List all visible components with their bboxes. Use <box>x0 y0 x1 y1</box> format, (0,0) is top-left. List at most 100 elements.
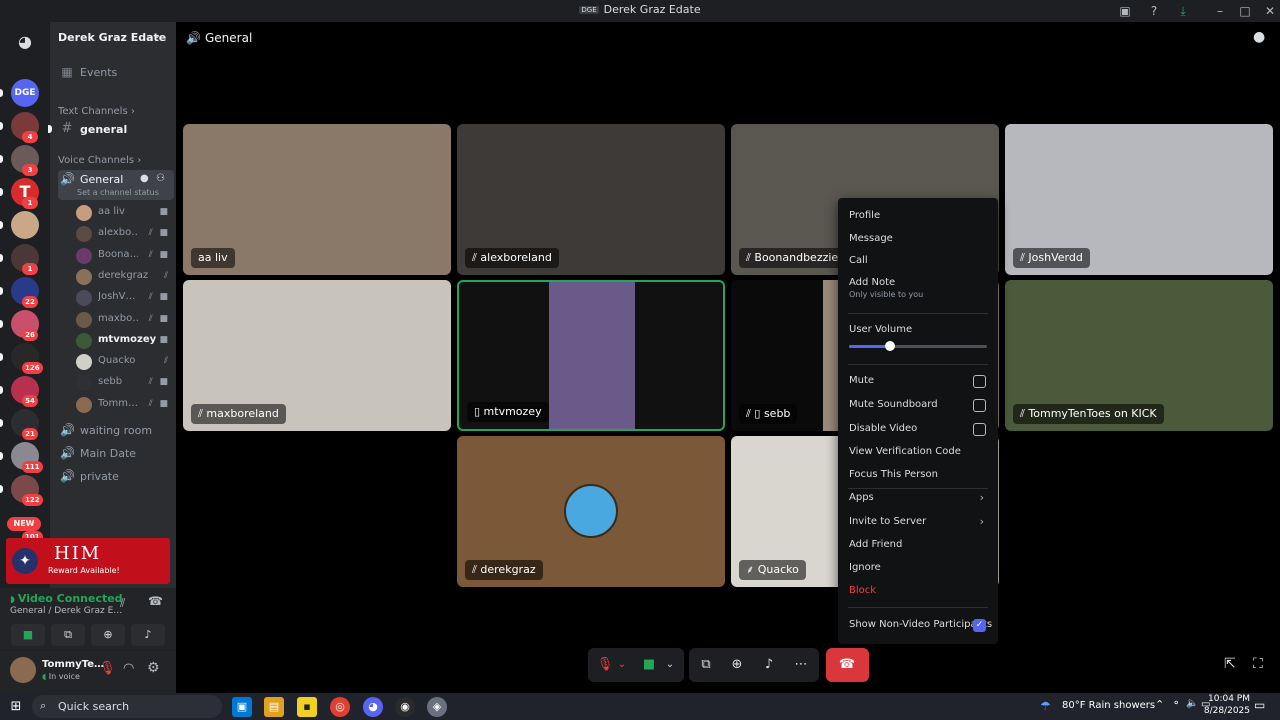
channel-status[interactable]: Set a channel status <box>77 188 159 197</box>
more-icon[interactable]: ⋯ <box>786 648 816 682</box>
weather-text[interactable]: 80°F Rain showers <box>1062 700 1155 711</box>
video-tile[interactable]: ⫽ maxboreland <box>183 280 451 431</box>
avatar[interactable] <box>10 657 36 683</box>
reward-banner[interactable]: ✦ HIM Reward Available! <box>6 538 170 584</box>
voice-user[interactable]: Quacko ⫽ <box>76 352 172 372</box>
windows-start-icon[interactable]: ⊞ <box>6 697 26 717</box>
voice-location[interactable]: General / Derek Graz E… <box>10 606 122 616</box>
checkbox-checked[interactable]: ✓ <box>973 619 986 632</box>
voice-user[interactable]: alexbo… ⫽ ■ <box>76 224 172 244</box>
voice-status[interactable]: ◗ Video Connected <box>10 592 123 605</box>
notifications-icon[interactable]: ▭ <box>1254 698 1265 712</box>
menu-block[interactable]: Block <box>844 580 992 602</box>
activity-button[interactable]: ⊕ <box>91 624 125 646</box>
help-icon[interactable]: ? <box>1146 3 1162 19</box>
voice-user[interactable]: mtvmozey ■ <box>76 331 172 351</box>
disconnect-icon[interactable]: ☎ <box>148 594 163 608</box>
server-header[interactable]: Derek Graz Edate ⌄ <box>50 22 176 54</box>
voice-user[interactable]: Boona… ⫽ ■ <box>76 246 172 266</box>
menu-mute[interactable]: Mute <box>844 370 992 392</box>
menu-add-note[interactable]: Add Note Only visible to you <box>844 273 992 305</box>
volume-slider-handle[interactable] <box>885 341 896 351</box>
video-button[interactable]: ■ <box>11 624 45 646</box>
screen-share-button[interactable]: ⧉ <box>51 624 85 646</box>
settings-gear-icon[interactable]: ⚙ <box>147 660 160 676</box>
menu-call[interactable]: Call <box>844 250 992 272</box>
voice-user[interactable]: Tomm… ⫽ ■ <box>76 395 172 415</box>
discord-home-icon[interactable]: ◕ <box>11 28 39 56</box>
file-explorer-icon[interactable]: ▤ <box>264 697 284 717</box>
soundboard-button[interactable]: ♪ <box>131 624 165 646</box>
gamepad-icon[interactable]: ⊕ <box>722 648 752 682</box>
menu-apps[interactable]: Apps › <box>844 487 992 509</box>
mic-muted-icon[interactable]: 🎙 <box>99 661 116 676</box>
chrome-icon[interactable]: ◎ <box>330 697 350 717</box>
voice-user[interactable]: maxbo… ⫽ ■ <box>76 310 172 330</box>
video-tile[interactable]: ▯ mtvmozey <box>457 280 725 431</box>
volume-slider[interactable] <box>849 341 987 351</box>
network-icon[interactable]: ⚬ <box>1172 698 1180 709</box>
widgets-icon[interactable]: ▣ <box>232 697 252 717</box>
voice-channel[interactable]: 🔊 private <box>58 467 172 487</box>
obs-icon[interactable]: ◉ <box>395 697 415 717</box>
sticky-notes-icon[interactable]: ▪ <box>297 697 317 717</box>
voice-channel[interactable]: 🔊 Main Date <box>58 444 172 464</box>
video-tile[interactable]: ⫽ JoshVerdd <box>1005 124 1273 275</box>
chevron-up-icon[interactable]: ⌃ <box>1155 698 1164 711</box>
noise-suppression-icon[interactable]: ⫽ <box>120 596 125 611</box>
channel-general-voice[interactable]: 🔊 General Set a channel status ● ⚇ <box>58 170 174 200</box>
menu-show-non-video[interactable]: Show Non-Video Participants ✓ <box>844 614 992 636</box>
menu-focus-person[interactable]: Focus This Person <box>844 464 992 486</box>
menu-message[interactable]: Message <box>844 228 992 250</box>
events-item[interactable]: ▦ Events <box>58 63 172 83</box>
minimize-icon[interactable]: – <box>1212 3 1228 19</box>
headphones-icon[interactable]: ◠ <box>123 661 134 676</box>
taskbar-search[interactable]: ⌕ Quick search <box>32 695 222 718</box>
menu-ignore[interactable]: Ignore <box>844 557 992 579</box>
menu-add-friend[interactable]: Add Friend <box>844 534 992 556</box>
menu-disable-video[interactable]: Disable Video <box>844 418 992 440</box>
voice-user[interactable]: aa liv ■ <box>76 203 172 223</box>
server-icon[interactable] <box>11 211 39 239</box>
checkbox[interactable] <box>973 423 986 436</box>
soundboard-icon[interactable]: ♪ <box>754 648 784 682</box>
username[interactable]: TommyTe… <box>42 659 104 670</box>
weather-icon[interactable]: ☂ <box>1040 699 1051 713</box>
menu-view-verification[interactable]: View Verification Code <box>844 441 992 463</box>
close-icon[interactable]: ✕ <box>1262 3 1278 19</box>
clock-time[interactable]: 10:04 PM <box>1200 694 1250 704</box>
voice-channel[interactable]: 🔊 waiting room <box>58 421 172 441</box>
discord-icon[interactable]: ◕ <box>363 697 383 717</box>
video-tile[interactable]: ⫽ TommyTenToes on KICK <box>1005 280 1273 431</box>
text-channels-category[interactable]: Text Channels › <box>58 106 135 117</box>
video-tile[interactable]: aa liv <box>183 124 451 275</box>
maximize-icon[interactable]: □ <box>1237 3 1253 19</box>
chevron-down-icon[interactable]: ⌄ <box>612 648 632 682</box>
add-member-icon[interactable]: ⚇ <box>156 173 165 184</box>
download-icon[interactable]: ⤓ <box>1175 3 1191 19</box>
voice-channels-category[interactable]: Voice Channels › <box>58 155 141 166</box>
volume-icon[interactable]: 🔈 <box>1186 698 1198 709</box>
chat-bubble-icon[interactable]: ● <box>140 173 149 184</box>
app-icon[interactable]: ◈ <box>427 697 447 717</box>
menu-invite-to-server[interactable]: Invite to Server › <box>844 511 992 533</box>
checkbox[interactable] <box>973 375 986 388</box>
voice-user[interactable]: derekgraz ⫽ <box>76 267 172 287</box>
leave-call-button[interactable]: ☎ <box>826 648 869 682</box>
menu-profile[interactable]: Profile <box>844 205 992 227</box>
voice-user[interactable]: sebb ⫽ ■ <box>76 373 172 393</box>
voice-user[interactable]: JoshV… ⫽ ■ <box>76 288 172 308</box>
clock-date[interactable]: 8/28/2025 <box>1200 706 1250 716</box>
server-icon[interactable]: DGE <box>11 79 39 107</box>
fullscreen-icon[interactable]: ⛶ <box>1253 656 1263 672</box>
inbox-icon[interactable]: ▣ <box>1117 3 1133 19</box>
video-tile[interactable]: ⫽ derekgraz <box>457 436 725 587</box>
chat-bubble-icon[interactable]: ● <box>1253 29 1265 45</box>
pop-out-icon[interactable]: ⇱ <box>1224 656 1236 672</box>
screen-share-icon[interactable]: ⧉ <box>691 648 721 682</box>
video-tile[interactable]: ⫽ alexboreland <box>457 124 725 275</box>
menu-mute-soundboard[interactable]: Mute Soundboard <box>844 394 992 416</box>
checkbox[interactable] <box>973 399 986 412</box>
channel-general-text[interactable]: # general <box>58 120 172 140</box>
chevron-down-icon[interactable]: ⌄ <box>660 648 680 682</box>
